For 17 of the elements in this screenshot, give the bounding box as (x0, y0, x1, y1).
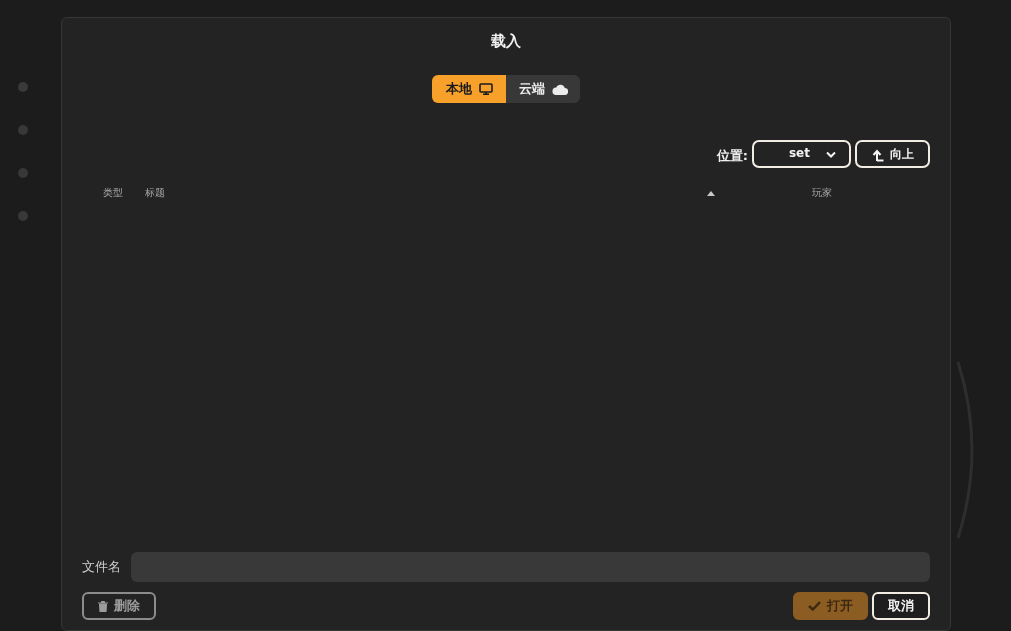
up-button[interactable]: 向上 (855, 140, 930, 168)
filename-label: 文件名 (82, 558, 121, 576)
cloud-icon (551, 83, 568, 95)
location-dropdown[interactable]: set (752, 140, 851, 168)
column-header[interactable]: 玩家 (812, 187, 832, 199)
dialog-title: 载入 (491, 31, 521, 51)
column-header[interactable]: 标题 (145, 187, 165, 199)
trash-icon (98, 600, 108, 612)
source-tab[interactable]: 本地 (432, 75, 506, 103)
chevron-down-icon (826, 150, 836, 158)
cancel-button[interactable]: 取消 (872, 592, 930, 620)
column-header[interactable]: 类型 (103, 187, 123, 199)
location-label: 位置: (716, 146, 748, 165)
source-tab[interactable]: 云端 (506, 75, 580, 103)
up-arrow-icon (871, 148, 884, 162)
checkmark-icon (808, 601, 821, 611)
monitor-icon (478, 83, 493, 95)
